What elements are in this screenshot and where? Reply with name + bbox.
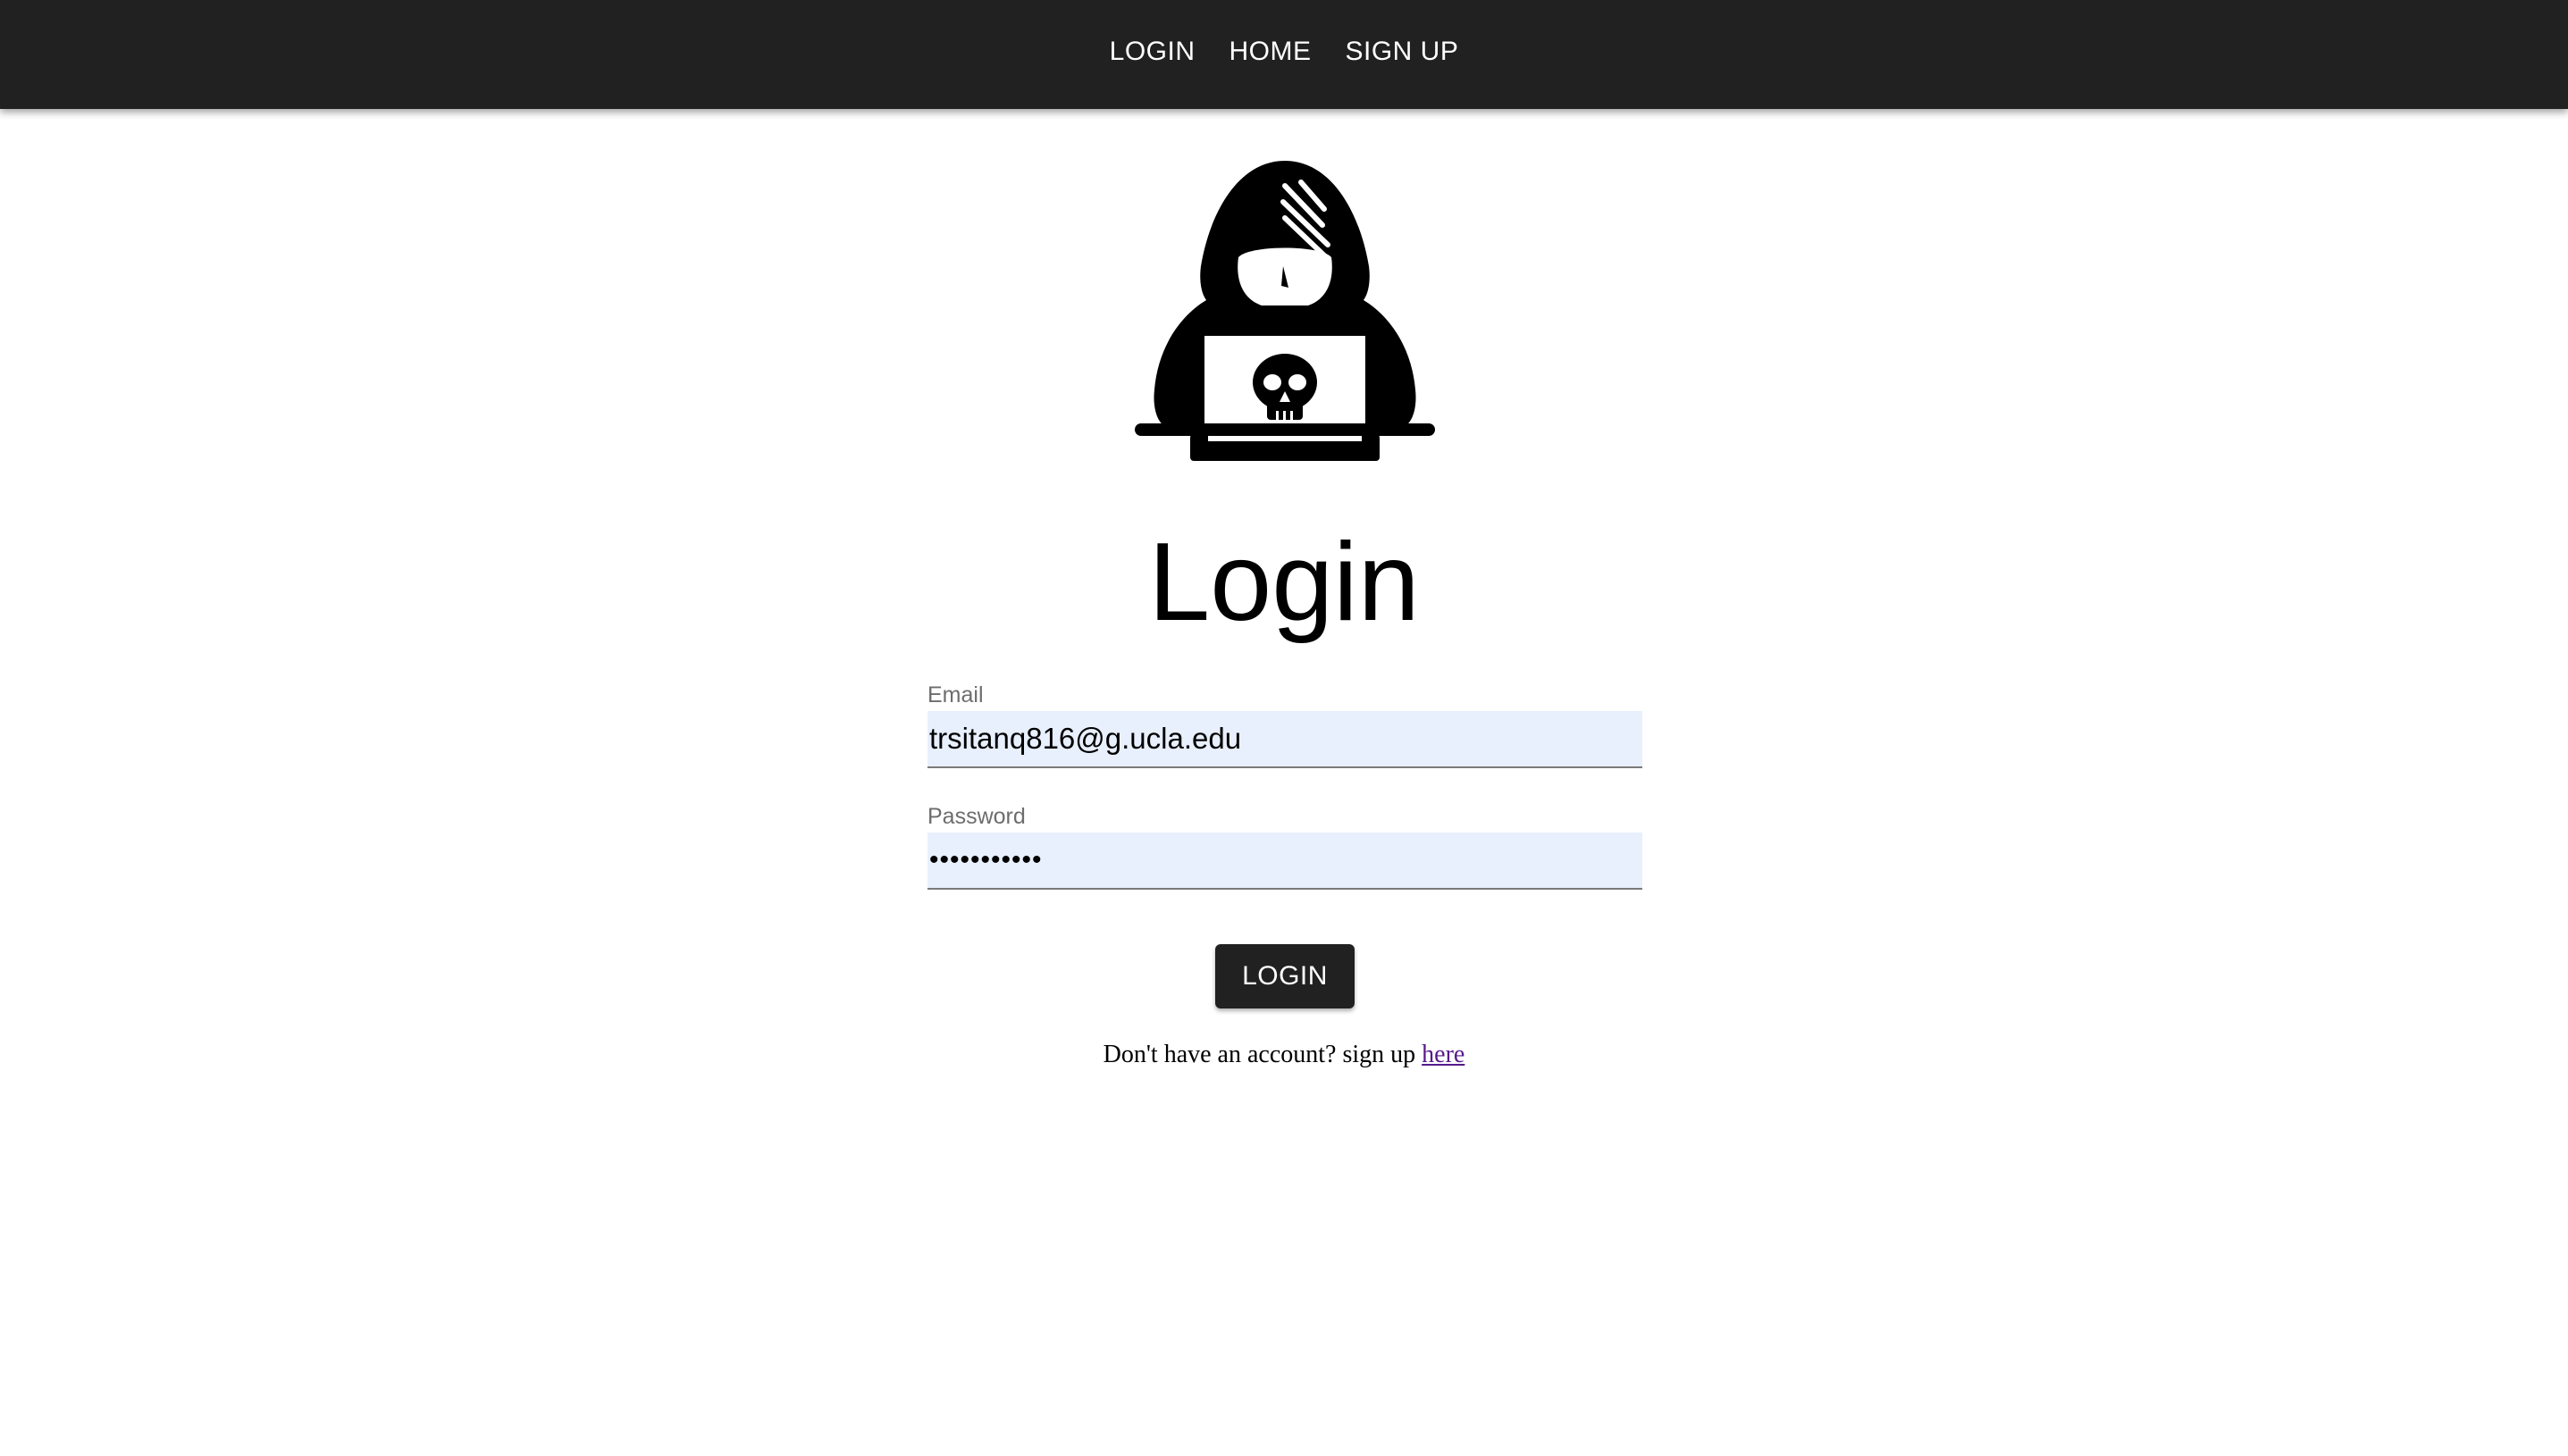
signup-here-link[interactable]: here xyxy=(1422,1041,1464,1068)
password-field-group: Password xyxy=(927,804,1642,890)
hacker-logo-icon xyxy=(1135,161,1435,461)
signup-prompt-text: Don't have an account? sign up xyxy=(1103,1041,1422,1068)
nav-home-link[interactable]: HOME xyxy=(1229,33,1312,71)
email-input[interactable] xyxy=(927,711,1642,768)
page-title: Login xyxy=(1148,521,1420,644)
nav-links: LOGIN HOME SIGN UP xyxy=(1110,33,1459,71)
password-label: Password xyxy=(927,804,1026,829)
password-input[interactable] xyxy=(927,833,1642,890)
email-label: Email xyxy=(927,682,984,707)
nav-login-link[interactable]: LOGIN xyxy=(1110,33,1196,71)
nav-signup-link[interactable]: SIGN UP xyxy=(1346,33,1459,71)
login-submit-button[interactable]: LOGIN xyxy=(1215,944,1355,1008)
top-navbar: LOGIN HOME SIGN UP xyxy=(0,0,2568,109)
signup-prompt: Don't have an account? sign up here xyxy=(0,1041,2568,1069)
email-field-group: Email xyxy=(927,682,1642,768)
